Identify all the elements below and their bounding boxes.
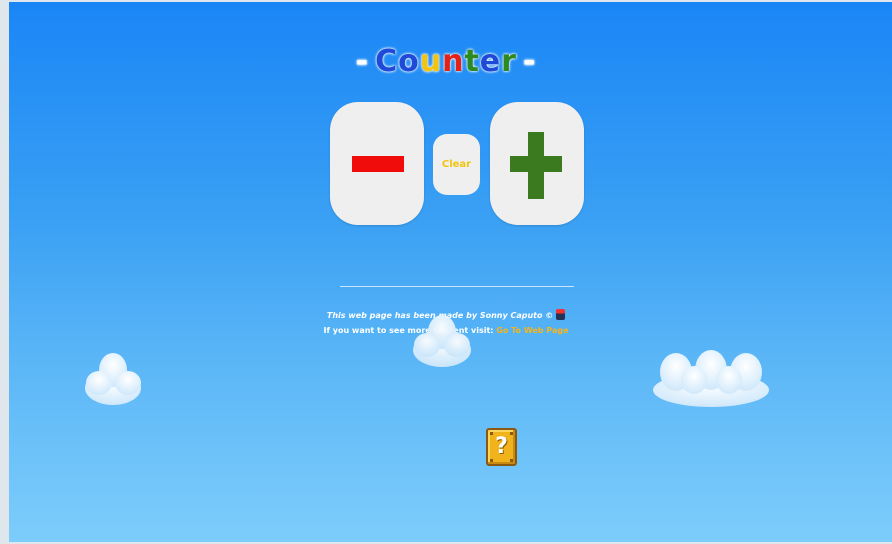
clear-label: Clear <box>441 159 472 170</box>
plus-icon-vertical <box>528 132 544 199</box>
clear-button[interactable]: Clear <box>433 134 480 195</box>
title-dash-right: - <box>522 44 537 79</box>
cloud-right-icon <box>653 350 769 407</box>
question-mark: ? <box>495 434 508 459</box>
rivet <box>510 459 513 462</box>
author-avatar-icon <box>556 309 566 320</box>
title-letter: n <box>442 44 465 79</box>
increment-button[interactable] <box>490 102 584 225</box>
title-dash-left: - <box>355 44 370 79</box>
question-block-icon[interactable]: ? <box>486 428 517 466</box>
minus-icon <box>352 156 404 172</box>
title-letter: e <box>479 44 502 79</box>
title-letter: r <box>501 44 517 79</box>
title-letter: C <box>375 44 399 79</box>
footer-divider <box>340 286 574 287</box>
sky-background <box>9 2 892 542</box>
cloud-left-icon <box>85 353 141 405</box>
title-letter: o <box>398 44 420 79</box>
rivet <box>490 459 493 462</box>
cloud-center-icon <box>413 315 471 367</box>
web-page-link[interactable]: Go To Web Page <box>496 326 568 335</box>
title-letter: t <box>464 44 480 79</box>
rivet <box>510 432 513 435</box>
title-letter: u <box>419 44 443 79</box>
rivet <box>490 432 493 435</box>
copyright-symbol: © <box>545 311 554 320</box>
page-title: - Counter - <box>0 44 892 79</box>
decrement-button[interactable] <box>330 102 424 225</box>
